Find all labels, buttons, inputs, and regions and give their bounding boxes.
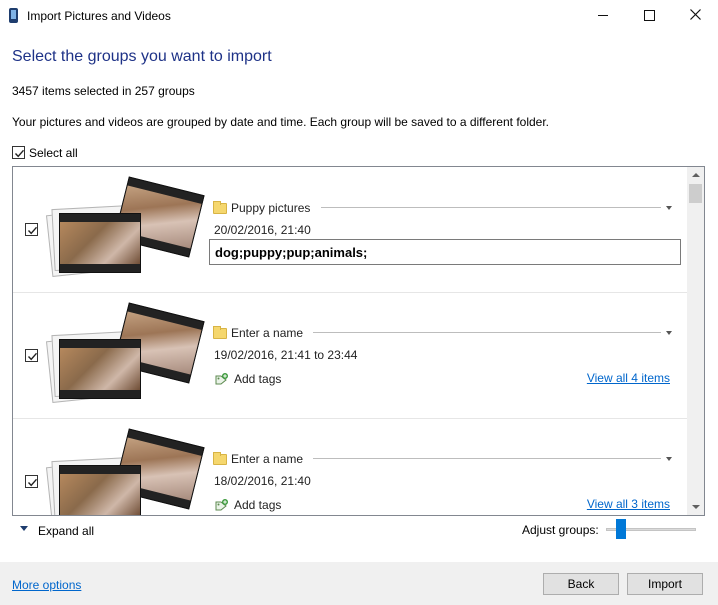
- more-options-link[interactable]: More options: [12, 578, 81, 592]
- chevron-down-icon[interactable]: [666, 206, 672, 210]
- checkmark-icon: [27, 352, 38, 361]
- maximize-button[interactable]: [626, 0, 672, 31]
- title-bar: Import Pictures and Videos: [0, 0, 718, 31]
- phone-icon: [9, 8, 18, 23]
- group-checkbox[interactable]: [25, 223, 38, 236]
- description-text: Your pictures and videos are grouped by …: [12, 115, 550, 129]
- scroll-thumb[interactable]: [689, 184, 702, 203]
- import-button[interactable]: Import: [627, 573, 703, 595]
- group-thumbnail[interactable]: [45, 302, 205, 407]
- photo-thumbnail: [59, 213, 141, 273]
- photo-thumbnail: [59, 339, 141, 399]
- close-icon: [689, 9, 701, 20]
- expand-all-link[interactable]: Expand all: [38, 524, 94, 538]
- group-row: Puppy pictures 20/02/2016, 21:40: [13, 167, 688, 293]
- group-thumbnail[interactable]: [45, 176, 205, 281]
- group-name-input[interactable]: Enter a name: [231, 326, 303, 340]
- scroll-up-icon[interactable]: [692, 173, 700, 177]
- add-tags-link[interactable]: Add tags: [234, 498, 281, 512]
- folder-icon: [213, 201, 227, 214]
- checkmark-icon: [27, 226, 38, 235]
- group-name[interactable]: Puppy pictures: [231, 201, 310, 215]
- chevron-down-icon[interactable]: [666, 457, 672, 461]
- select-all-label[interactable]: Select all: [29, 146, 78, 160]
- checkmark-icon: [14, 149, 25, 158]
- scroll-down-icon[interactable]: [692, 505, 700, 509]
- window-title: Import Pictures and Videos: [27, 9, 171, 23]
- name-underline: [313, 458, 661, 459]
- vertical-scrollbar[interactable]: [687, 167, 704, 515]
- group-row: Enter a name 18/02/2016, 21:40 Add tags …: [13, 419, 688, 515]
- group-checkbox[interactable]: [25, 475, 38, 488]
- group-date: 19/02/2016, 21:41 to 23:44: [214, 348, 358, 362]
- group-thumbnail[interactable]: [45, 428, 205, 515]
- selection-summary: 3457 items selected in 257 groups: [12, 84, 195, 98]
- adjust-groups-label: Adjust groups:: [522, 523, 599, 537]
- group-date: 20/02/2016, 21:40: [214, 223, 311, 237]
- name-underline: [313, 332, 661, 333]
- tags-input[interactable]: [209, 239, 681, 265]
- folder-icon: [213, 452, 227, 465]
- tag-add-icon[interactable]: [214, 499, 228, 511]
- select-all-checkbox[interactable]: [12, 146, 25, 159]
- checkmark-icon: [27, 478, 38, 487]
- name-underline: [321, 207, 661, 208]
- chevron-down-icon[interactable]: [20, 526, 28, 531]
- back-button[interactable]: Back: [543, 573, 619, 595]
- footer: More options Back Import: [0, 562, 718, 605]
- view-all-link[interactable]: View all 4 items: [587, 371, 670, 385]
- chevron-down-icon[interactable]: [666, 331, 672, 335]
- add-tags-link[interactable]: Add tags: [234, 372, 281, 386]
- group-checkbox[interactable]: [25, 349, 38, 362]
- minimize-button[interactable]: [580, 0, 626, 31]
- group-row: Enter a name 19/02/2016, 21:41 to 23:44 …: [13, 293, 688, 419]
- view-all-link[interactable]: View all 3 items: [587, 497, 670, 511]
- photo-thumbnail: [59, 465, 141, 515]
- slider-thumb[interactable]: [616, 519, 626, 539]
- close-button[interactable]: [672, 0, 718, 31]
- tag-add-icon[interactable]: [214, 373, 228, 385]
- group-date: 18/02/2016, 21:40: [214, 474, 311, 488]
- group-list[interactable]: Puppy pictures 20/02/2016, 21:40 Enter a…: [12, 166, 705, 516]
- folder-icon: [213, 326, 227, 339]
- group-name-input[interactable]: Enter a name: [231, 452, 303, 466]
- page-heading: Select the groups you want to import: [12, 48, 272, 65]
